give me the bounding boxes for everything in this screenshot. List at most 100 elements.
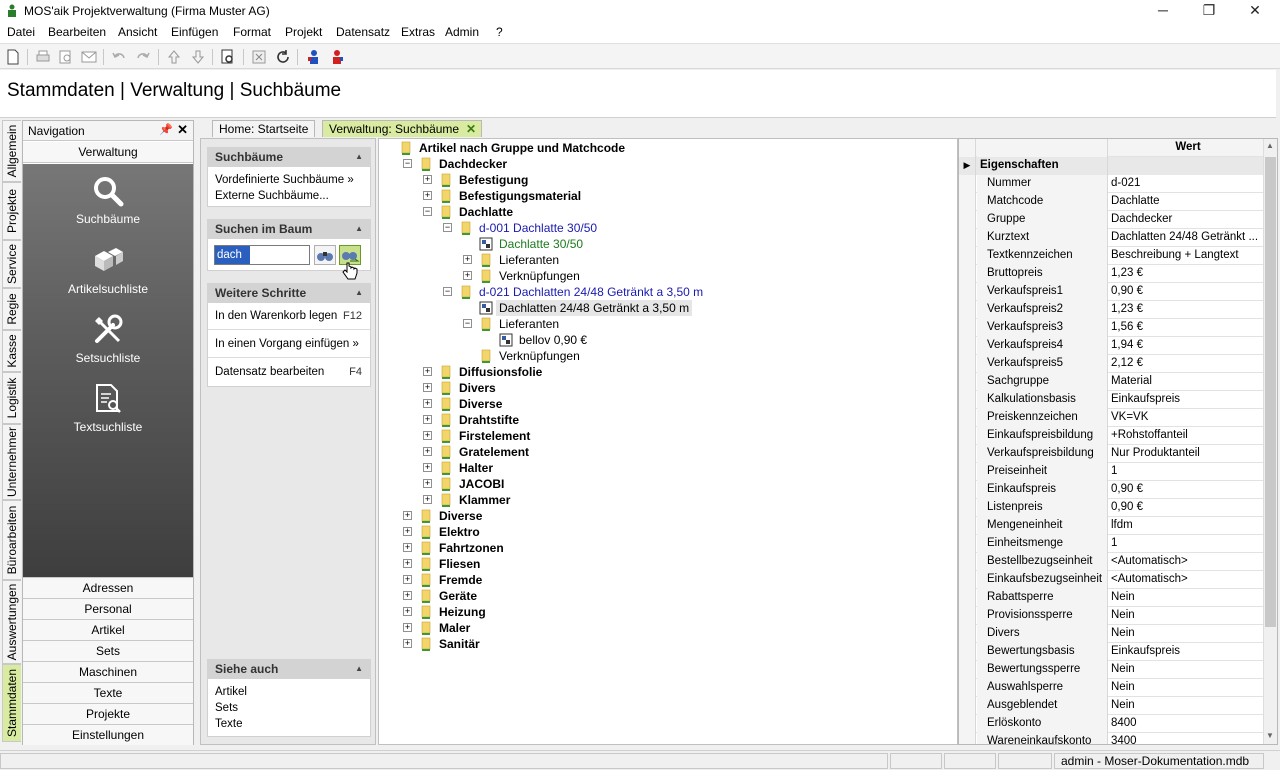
nav-suchbaeume[interactable]: Suchbäume (23, 174, 193, 226)
property-row[interactable]: Listenpreis 0,90 € (959, 499, 1265, 517)
redo-icon[interactable] (134, 48, 152, 66)
expand-icon[interactable]: + (423, 399, 432, 408)
property-value[interactable]: 0,90 € (1109, 499, 1265, 517)
vtab-allgemein[interactable]: Allgemein (2, 120, 21, 182)
collapse-icon[interactable]: − (463, 319, 472, 328)
tree-node[interactable]: − d-021 Dachlatten 24/48 Getränkt a 3,50 … (379, 284, 957, 300)
collapse-icon[interactable]: − (403, 159, 412, 168)
property-value[interactable]: Dachlatte (1109, 193, 1265, 211)
tree-node[interactable]: Artikel nach Gruppe und Matchcode (379, 140, 957, 156)
property-value[interactable]: 1,23 € (1109, 301, 1265, 319)
expand-icon[interactable]: + (403, 607, 412, 616)
property-value[interactable]: 1,94 € (1109, 337, 1265, 355)
expand-icon[interactable]: + (403, 527, 412, 536)
vtab-kasse[interactable]: Kasse (2, 330, 21, 372)
expand-icon[interactable]: + (403, 543, 412, 552)
property-value[interactable]: 2,12 € (1109, 355, 1265, 373)
property-row[interactable]: Preiseinheit 1 (959, 463, 1265, 481)
tree-node[interactable]: + Elektro (379, 524, 957, 540)
nav-item-einstellungen[interactable]: Einstellungen (23, 724, 193, 745)
vtab-service[interactable]: Service (2, 240, 21, 288)
property-value[interactable]: Nein (1109, 625, 1265, 643)
refresh-icon[interactable] (274, 48, 292, 66)
link-sets[interactable]: Sets (215, 702, 238, 714)
vtab-regie[interactable]: Regie (2, 288, 21, 330)
nav-item-sets[interactable]: Sets (23, 640, 193, 661)
tree-node[interactable]: + Diverse (379, 508, 957, 524)
close-tab-icon[interactable]: ✕ (466, 121, 476, 137)
property-value[interactable]: 0,90 € (1109, 481, 1265, 499)
property-row[interactable]: Provisionssperre Nein (959, 607, 1265, 625)
property-row[interactable]: Verkaufspreis5 2,12 € (959, 355, 1265, 373)
property-value[interactable]: 1 (1109, 463, 1265, 481)
tab-verwaltung-suchbaeume[interactable]: Verwaltung: Suchbäume ✕ (322, 120, 483, 137)
suchen-im-baum-header[interactable]: Suchen im Baum ▲ (207, 219, 371, 239)
expand-icon[interactable]: + (423, 383, 432, 392)
tree-node[interactable]: + Verknüpfungen (379, 268, 957, 284)
property-row[interactable]: Verkaufspreis3 1,56 € (959, 319, 1265, 337)
nav-item-projekte[interactable]: Projekte (23, 703, 193, 724)
tree-node[interactable]: bellov 0,90 € (379, 332, 957, 348)
tree-node[interactable]: Dachlatte 30/50 (379, 236, 957, 252)
expand-icon[interactable]: + (403, 575, 412, 584)
expand-icon[interactable]: + (403, 511, 412, 520)
menu-extras[interactable]: Extras (401, 25, 435, 39)
property-row[interactable]: Nummer d-021 (959, 175, 1265, 193)
property-value[interactable]: 8400 (1109, 715, 1265, 733)
property-row[interactable]: Bestellbezugseinheit <Automatisch> (959, 553, 1265, 571)
expand-icon[interactable]: + (423, 463, 432, 472)
property-value[interactable]: 1 (1109, 535, 1265, 553)
property-value[interactable]: 1,56 € (1109, 319, 1265, 337)
tree-node[interactable]: − Lieferanten (379, 316, 957, 332)
property-row[interactable]: Wareneinkaufskonto 3400 (959, 733, 1265, 744)
weitere-schritte-header[interactable]: Weitere Schritte ▲ (207, 283, 371, 303)
tab-home-startseite[interactable]: Home: Startseite (212, 120, 316, 137)
menu-ansicht[interactable]: Ansicht (118, 25, 157, 39)
tree-node[interactable]: + Diverse (379, 396, 957, 412)
property-value[interactable]: Dachlatten 24/48 Getränkt ... (1109, 229, 1265, 247)
property-value[interactable]: VK=VK (1109, 409, 1265, 427)
tree-node[interactable]: + Drahtstifte (379, 412, 957, 428)
expand-icon[interactable]: + (403, 591, 412, 600)
vtab-projekte[interactable]: Projekte (2, 182, 21, 240)
expand-icon[interactable]: + (403, 623, 412, 632)
email-icon[interactable] (80, 48, 98, 66)
nav-artikelsuchliste[interactable]: Artikelsuchliste (23, 244, 193, 296)
tree-node[interactable]: − Dachlatte (379, 204, 957, 220)
property-row[interactable]: Erlöskonto 8400 (959, 715, 1265, 733)
close-nav-icon[interactable]: ✕ (177, 122, 188, 138)
property-value[interactable]: <Automatisch> (1109, 553, 1265, 571)
tree-search-input[interactable] (214, 245, 310, 265)
tree-node[interactable]: − Dachdecker (379, 156, 957, 172)
property-value[interactable]: Nein (1109, 697, 1265, 715)
property-value[interactable]: Einkaufspreis (1109, 391, 1265, 409)
menu-bearbeiten[interactable]: Bearbeiten (48, 25, 106, 39)
expand-icon[interactable]: + (423, 495, 432, 504)
link-datensatz-bearbeiten[interactable]: Datensatz bearbeiten (215, 366, 324, 378)
tree-node[interactable]: Dachlatten 24/48 Getränkt a 3,50 m (379, 300, 957, 316)
property-value[interactable]: Material (1109, 373, 1265, 391)
menu-admin[interactable]: Admin (445, 25, 479, 39)
link-externe-suchbaeume[interactable]: Externe Suchbäume... (215, 190, 329, 202)
menu-datei[interactable]: Datei (7, 25, 35, 39)
link-texte[interactable]: Texte (215, 718, 243, 730)
tree-node[interactable]: + Klammer (379, 492, 957, 508)
collapse-icon[interactable]: − (423, 207, 432, 216)
print-preview-icon[interactable] (57, 48, 75, 66)
property-value[interactable]: d-021 (1109, 175, 1265, 193)
link-warenkorb[interactable]: In den Warenkorb legen (215, 310, 337, 322)
tree-node[interactable]: + Befestigungsmaterial (379, 188, 957, 204)
find-button[interactable] (314, 245, 336, 265)
property-row[interactable]: Ausgeblendet Nein (959, 697, 1265, 715)
property-row[interactable]: Bewertungsbasis Einkaufspreis (959, 643, 1265, 661)
link-vordefinierte-suchbaeume[interactable]: Vordefinierte Suchbäume » (215, 174, 354, 186)
menu-datensatz[interactable]: Datensatz (336, 25, 390, 39)
nav-item-texte[interactable]: Texte (23, 682, 193, 703)
property-value[interactable]: Nein (1109, 607, 1265, 625)
property-value[interactable]: <Automatisch> (1109, 571, 1265, 589)
tree-node[interactable]: + Gratelement (379, 444, 957, 460)
property-row[interactable]: Verkaufspreis4 1,94 € (959, 337, 1265, 355)
property-row[interactable]: Bewertungssperre Nein (959, 661, 1265, 679)
expand-icon[interactable]: + (423, 431, 432, 440)
property-row[interactable]: Preiskennzeichen VK=VK (959, 409, 1265, 427)
